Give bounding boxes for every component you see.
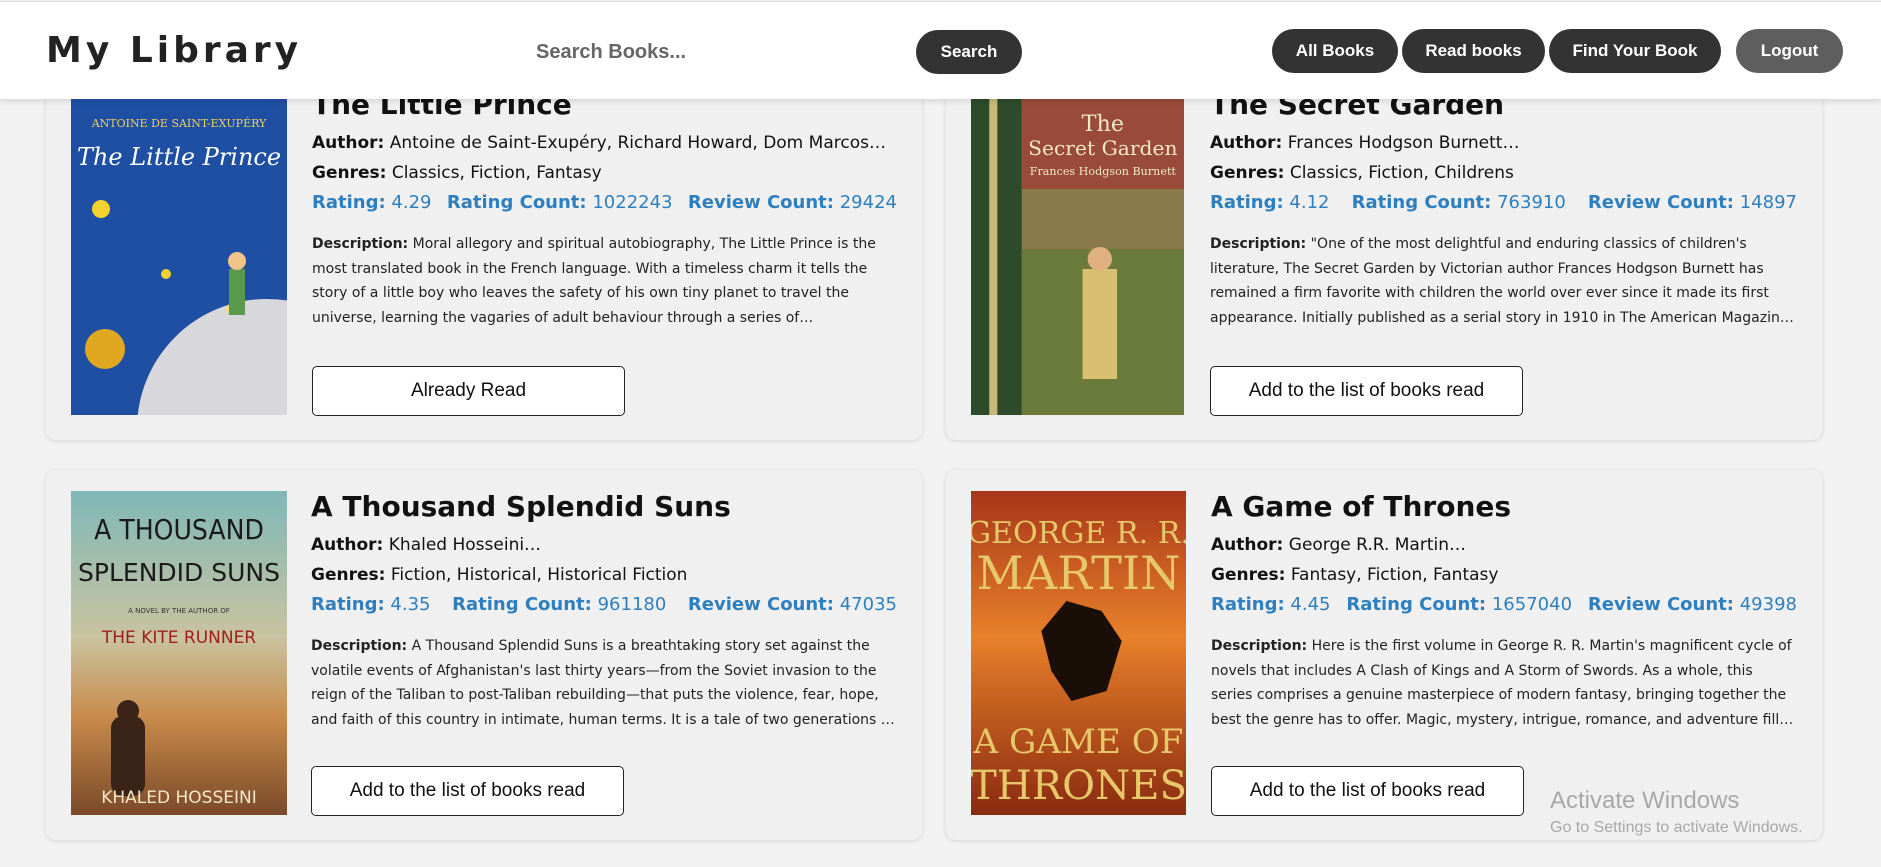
svg-text:A NOVEL BY THE AUTHOR OF: A NOVEL BY THE AUTHOR OF bbox=[128, 607, 230, 615]
book-author: Frances Hodgson Burnett… bbox=[1287, 133, 1520, 153]
review-count-stat: Review Count: 47035 bbox=[687, 594, 897, 615]
book-cover-image: ANTOINE DE SAINT-EXUPÉRY The Little Prin… bbox=[71, 99, 287, 415]
add-to-read-button[interactable]: Add to the list of books read bbox=[1210, 366, 1523, 416]
rating-count-stat: Rating Count: 961180 bbox=[452, 594, 667, 615]
search-input[interactable] bbox=[520, 32, 900, 72]
search-button[interactable]: Search bbox=[916, 30, 1022, 74]
rating-count-stat: Rating Count: 1657040 bbox=[1346, 594, 1573, 615]
rating-stat: Rating: 4.12 bbox=[1210, 192, 1330, 213]
book-author-row: Author: George R.R. Martin… bbox=[1211, 535, 1467, 555]
app-brand: My Library bbox=[46, 30, 303, 71]
book-info: A Game of Thrones Author: George R.R. Ma… bbox=[1211, 490, 1797, 732]
book-author: Khaled Hosseini… bbox=[388, 535, 542, 555]
book-stats: Rating: 4.45 Rating Count: 1657040 Revie… bbox=[1211, 590, 1797, 620]
rating-stat: Rating: 4.45 bbox=[1211, 594, 1331, 615]
top-navbar: My Library Search All Books Read books F… bbox=[0, 1, 1881, 99]
book-description: Description: Moral allegory and spiritua… bbox=[312, 236, 876, 326]
book-genres-row: Genres: Classics, Fiction, Childrens bbox=[1210, 163, 1514, 183]
book-author-row: Author: Antoine de Saint-Exupéry, Richar… bbox=[312, 128, 897, 158]
svg-text:A THOUSAND: A THOUSAND bbox=[94, 513, 264, 546]
book-genres: Fiction, Historical, Historical Fiction bbox=[390, 565, 688, 585]
book-card: GEORGE R. R. MARTIN A GAME OF THRONES A … bbox=[946, 470, 1822, 840]
book-stats: Rating: 4.35 Rating Count: 961180 Review… bbox=[311, 590, 897, 620]
svg-text:Secret Garden: Secret Garden bbox=[1028, 136, 1178, 160]
book-stats: Rating: 4.12 Rating Count: 763910 Review… bbox=[1210, 188, 1797, 218]
rating-stat: Rating: 4.29 bbox=[312, 192, 432, 213]
book-author-row: Author: Khaled Hosseini… bbox=[311, 535, 542, 555]
book-stats: Rating: 4.29 Rating Count: 1022243 Revie… bbox=[312, 188, 897, 218]
review-count-stat: Review Count: 14897 bbox=[1587, 192, 1797, 213]
book-genres-row: Genres: Classics, Fiction, Fantasy bbox=[312, 158, 897, 188]
book-description: Description: "One of the most delightful… bbox=[1210, 236, 1793, 326]
book-card: A THOUSAND SPLENDID SUNS A NOVEL BY THE … bbox=[46, 470, 922, 840]
book-description: Description: A Thousand Splendid Suns is… bbox=[311, 638, 895, 728]
book-author-row: Author: Frances Hodgson Burnett… bbox=[1210, 133, 1520, 153]
rating-stat: Rating: 4.35 bbox=[311, 594, 431, 615]
review-count-stat: Review Count: 49398 bbox=[1587, 594, 1797, 615]
book-genres-row: Genres: Fantasy, Fiction, Fantasy bbox=[1211, 565, 1499, 585]
logout-button[interactable]: Logout bbox=[1736, 29, 1843, 73]
rating-count-stat: Rating Count: 763910 bbox=[1351, 192, 1566, 213]
book-author: Antoine de Saint-Exupéry, Richard Howard… bbox=[389, 133, 886, 153]
genres-label: Genres: bbox=[312, 163, 387, 183]
book-card: The Secret Garden Frances Hodgson Burnet… bbox=[946, 72, 1822, 440]
book-author: George R.R. Martin… bbox=[1288, 535, 1467, 555]
cover-author-text: ANTOINE DE SAINT-EXUPÉRY bbox=[91, 116, 267, 130]
book-cover-image: The Secret Garden Frances Hodgson Burnet… bbox=[971, 99, 1184, 415]
svg-text:SPLENDID SUNS: SPLENDID SUNS bbox=[78, 558, 280, 587]
book-cover-image: A THOUSAND SPLENDID SUNS A NOVEL BY THE … bbox=[71, 491, 287, 815]
watermark-subtitle: Go to Settings to activate Windows. bbox=[1550, 819, 1803, 836]
add-to-read-button[interactable]: Add to the list of books read bbox=[311, 766, 624, 816]
svg-text:The: The bbox=[1082, 111, 1124, 137]
book-info: The Little Prince Author: Antoine de Sai… bbox=[312, 88, 897, 330]
nav-find-your-book-button[interactable]: Find Your Book bbox=[1549, 29, 1721, 73]
svg-text:Frances Hodgson Burnett: Frances Hodgson Burnett bbox=[1030, 165, 1177, 178]
svg-text:KHALED HOSSEINI: KHALED HOSSEINI bbox=[101, 788, 257, 808]
book-genres-row: Genres: Fiction, Historical, Historical … bbox=[311, 565, 688, 585]
book-cover-image: GEORGE R. R. MARTIN A GAME OF THRONES bbox=[971, 491, 1186, 815]
rating-count-stat: Rating Count: 1022243 bbox=[446, 192, 673, 213]
book-genres: Fantasy, Fiction, Fantasy bbox=[1290, 565, 1499, 585]
book-info: A Thousand Splendid Suns Author: Khaled … bbox=[311, 490, 897, 732]
add-to-read-button[interactable]: Add to the list of books read bbox=[1211, 766, 1524, 816]
watermark-title: Activate Windows bbox=[1550, 787, 1740, 814]
svg-text:THE KITE RUNNER: THE KITE RUNNER bbox=[101, 628, 256, 648]
svg-text:MARTIN: MARTIN bbox=[976, 546, 1180, 600]
book-info: The Secret Garden Author: Frances Hodgso… bbox=[1210, 88, 1797, 330]
book-genres: Classics, Fiction, Childrens bbox=[1289, 163, 1514, 183]
book-description: Description: Here is the first volume in… bbox=[1211, 638, 1792, 728]
nav-read-books-button[interactable]: Read books bbox=[1402, 29, 1545, 73]
author-label: Author: bbox=[312, 133, 385, 153]
cover-title-text: The Little Prince bbox=[77, 143, 281, 171]
book-genres: Classics, Fiction, Fantasy bbox=[391, 163, 602, 183]
windows-activation-watermark: Activate Windows Go to Settings to activ… bbox=[1550, 787, 1803, 837]
review-count-stat: Review Count: 29424 bbox=[687, 192, 897, 213]
svg-text:THRONES: THRONES bbox=[971, 763, 1186, 809]
book-title: A Thousand Splendid Suns bbox=[311, 490, 731, 523]
svg-text:A GAME OF: A GAME OF bbox=[973, 722, 1184, 762]
nav-all-books-button[interactable]: All Books bbox=[1272, 29, 1398, 73]
book-card: ANTOINE DE SAINT-EXUPÉRY The Little Prin… bbox=[46, 72, 922, 440]
book-title: A Game of Thrones bbox=[1211, 490, 1512, 523]
already-read-button[interactable]: Already Read bbox=[312, 366, 625, 416]
